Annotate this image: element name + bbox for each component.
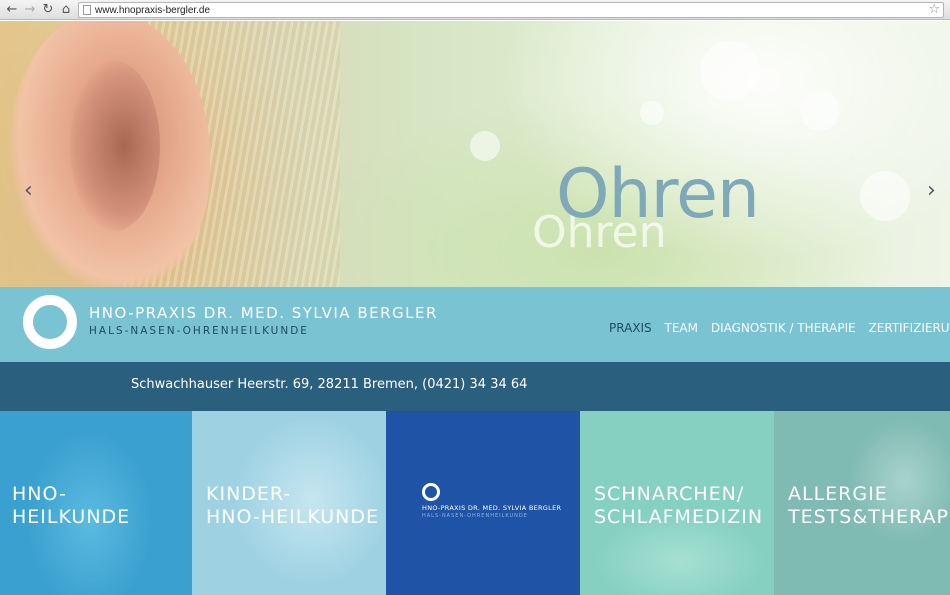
back-arrow-icon[interactable]: ← xyxy=(4,2,20,18)
nav-item-zertifizierungen[interactable]: ZERTIFIZIERUNGEN xyxy=(869,321,950,335)
tile-label-line1: HNO- xyxy=(12,483,67,505)
hero-ear-inner xyxy=(70,61,160,231)
page-icon xyxy=(83,5,91,15)
chevron-right-icon[interactable]: › xyxy=(927,178,936,203)
tile-allergie-tests-therapie[interactable]: ALLERGIE TESTS&THERAPIE xyxy=(774,411,950,595)
tile-label: KINDER- HNO-HEILKUNDE xyxy=(206,483,379,529)
nav-item-praxis[interactable]: PRAXIS xyxy=(609,321,652,335)
bokeh-light xyxy=(800,91,840,131)
tile-logo-subtitle: HALS-NASEN-OHRENHEILKUNDE xyxy=(422,513,528,519)
tile-label-line1: ALLERGIE xyxy=(788,483,888,505)
brand-subtitle: HALS-NASEN-OHRENHEILKUNDE xyxy=(89,325,309,337)
tile-label-line1: KINDER- xyxy=(206,483,292,505)
tile-kinder-hno-heilkunde[interactable]: KINDER- HNO-HEILKUNDE xyxy=(192,411,386,595)
bokeh-light xyxy=(700,41,760,101)
nav-item-team[interactable]: TEAM xyxy=(665,321,698,335)
hero-title: Ohren xyxy=(556,155,760,234)
bokeh-light xyxy=(640,101,664,125)
address-bar-input[interactable]: www.hnopraxis-bergler.de ☆ xyxy=(78,2,944,18)
tile-schnarchen-schlafmedizin[interactable]: SCHNARCHEN/ SCHLAFMEDIZIN xyxy=(580,411,774,595)
tile-hno-heilkunde[interactable]: HNO- HEILKUNDE xyxy=(0,411,194,595)
browser-toolbar: ← → ↻ ⌂ www.hnopraxis-bergler.de ☆ xyxy=(0,0,950,20)
tile-label-line2: HEILKUNDE xyxy=(12,506,131,528)
nav-item-diagnostik-therapie[interactable]: DIAGNOSTIK / THERAPIE xyxy=(711,321,856,335)
bokeh-light xyxy=(860,171,910,221)
hero-ear-image xyxy=(10,21,210,287)
practice-address: Schwachhauser Heerstr. 69, 28211 Bremen,… xyxy=(131,377,528,392)
tile-label: ALLERGIE TESTS&THERAPIE xyxy=(788,483,950,529)
bokeh-light xyxy=(470,131,500,161)
forward-arrow-icon[interactable]: → xyxy=(22,2,38,18)
tile-label: SCHNARCHEN/ SCHLAFMEDIZIN xyxy=(594,483,763,529)
tile-label-line2: SCHLAFMEDIZIN xyxy=(594,506,764,528)
brand-name[interactable]: HNO-PRAXIS DR. MED. SYLVIA BERGLER xyxy=(89,304,438,322)
tile-label-line2: HNO-HEILKUNDE xyxy=(206,506,380,528)
home-icon[interactable]: ⌂ xyxy=(58,2,74,18)
tile-label-line1: SCHNARCHEN/ xyxy=(594,483,745,505)
hero-slider: Ohren Ohren ‹ › xyxy=(0,21,950,287)
url-text: www.hnopraxis-bergler.de xyxy=(95,5,211,16)
reload-icon[interactable]: ↻ xyxy=(40,2,56,18)
star-icon[interactable]: ☆ xyxy=(928,2,940,18)
tile-label-line2: TESTS&THERAPIE xyxy=(788,506,950,528)
tile-logo[interactable]: HNO-PRAXIS DR. MED. SYLVIA BERGLER HALS-… xyxy=(386,411,580,595)
main-navigation: PRAXIS TEAM DIAGNOSTIK / THERAPIE ZERTIF… xyxy=(609,321,950,335)
chevron-left-icon[interactable]: ‹ xyxy=(24,178,33,203)
logo-ring-icon xyxy=(422,483,440,501)
logo-ring-icon[interactable] xyxy=(23,295,77,349)
tile-label: HNO- HEILKUNDE xyxy=(12,483,130,529)
tile-logo-name: HNO-PRAXIS DR. MED. SYLVIA BERGLER xyxy=(422,504,562,512)
